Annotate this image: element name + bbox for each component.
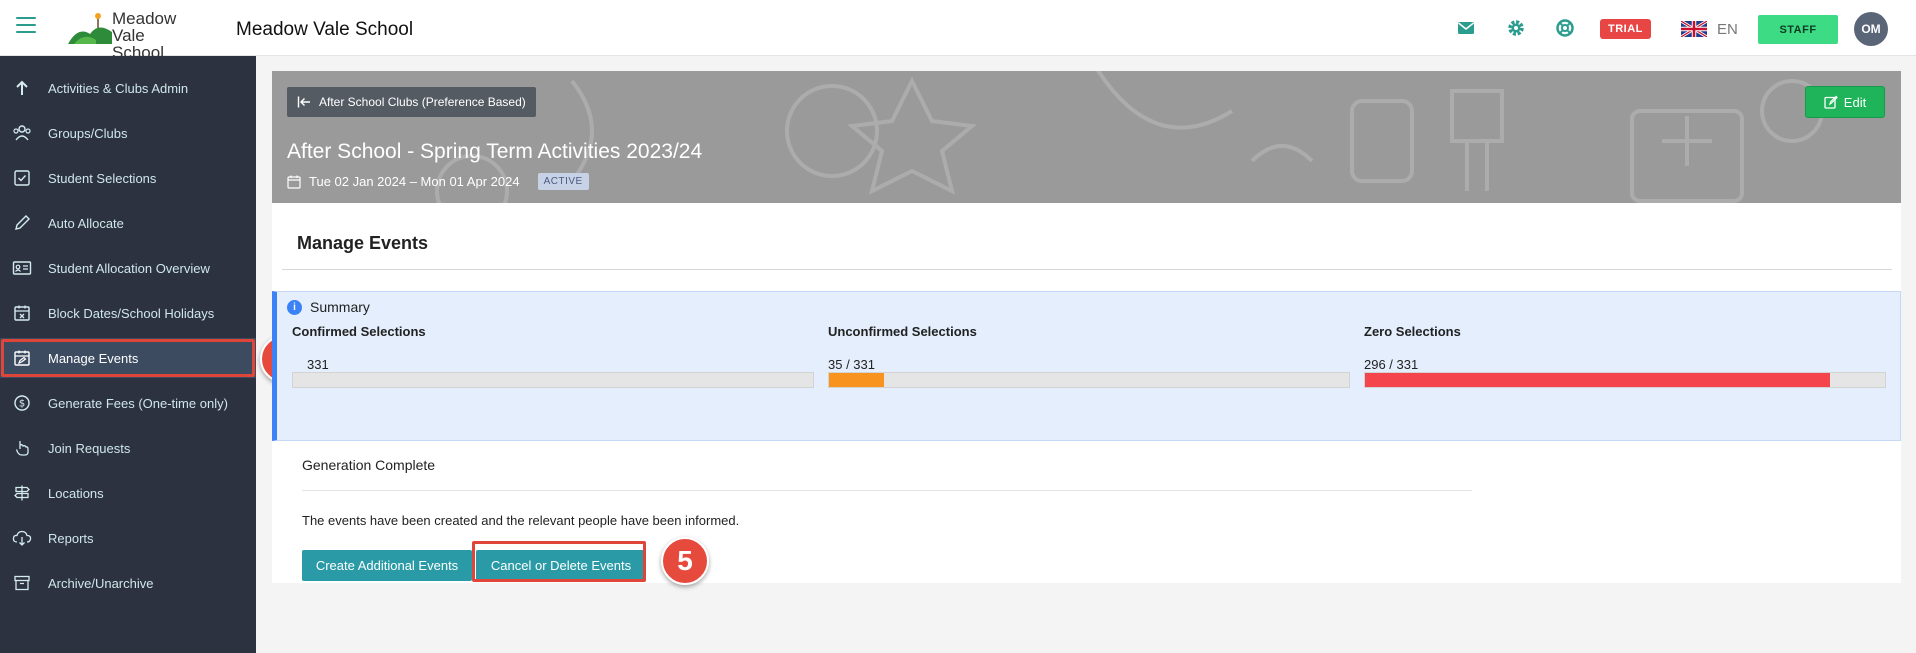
stat-value: 35 / 331 [828, 357, 875, 372]
gear-icon[interactable] [1506, 18, 1526, 38]
mail-icon[interactable] [1456, 18, 1476, 38]
sidebar-item-generate-fees[interactable]: $ Generate Fees (One-time only) [0, 383, 256, 423]
sidebar-item-student-allocation-overview[interactable]: Student Allocation Overview [0, 248, 256, 288]
logo-line-1: Meadow [112, 9, 177, 28]
signpost-icon [11, 482, 33, 504]
progress-bar-fill [829, 373, 884, 387]
edit-button-label: Edit [1843, 94, 1867, 110]
stat-value: 331 [307, 357, 329, 372]
summary-heading: Summary [310, 299, 370, 315]
sidebar-item-label: Generate Fees (One-time only) [48, 395, 228, 411]
sidebar-item-label: Join Requests [48, 440, 131, 456]
generation-divider [302, 490, 1472, 491]
sidebar-item-groups-clubs[interactable]: Groups/Clubs [0, 113, 256, 153]
sidebar-item-block-dates[interactable]: Block Dates/School Holidays [0, 293, 256, 333]
stat-zero: Zero Selections 296 / 331 [1364, 324, 1886, 388]
menu-icon[interactable] [16, 17, 36, 33]
progress-bar-fill [1365, 373, 1831, 387]
sidebar-item-label: Locations [48, 485, 104, 501]
back-button-label: After School Clubs (Preference Based) [319, 95, 526, 109]
hand-pointer-icon [11, 437, 33, 459]
edit-icon [1824, 95, 1838, 109]
activity-banner: After School Clubs (Preference Based) Ed… [272, 71, 1901, 203]
checkbox-icon [11, 167, 33, 189]
page-title: Meadow Vale School [236, 19, 414, 40]
svg-text:$: $ [19, 399, 25, 410]
sidebar-item-archive[interactable]: Archive/Unarchive [0, 563, 256, 603]
meadow-logo-icon [68, 13, 112, 44]
pencil-icon [11, 212, 33, 234]
sidebar-item-label: Block Dates/School Holidays [48, 305, 215, 321]
cloud-download-icon [11, 527, 33, 549]
stat-unconfirmed: Unconfirmed Selections 35 / 331 [828, 324, 1350, 388]
staff-button[interactable]: STAFF [1758, 15, 1838, 44]
language-selector[interactable]: EN [1717, 21, 1738, 38]
stat-confirmed: Confirmed Selections 331 [292, 324, 814, 388]
uk-flag-icon[interactable] [1681, 21, 1707, 37]
sidebar-item-label: Activities & Clubs Admin [48, 80, 189, 96]
cancel-or-delete-events-button[interactable]: Cancel or Delete Events [476, 550, 646, 581]
main-card: After School Clubs (Preference Based) Ed… [272, 71, 1901, 583]
sidebar-item-label: Reports [48, 530, 94, 546]
trial-badge[interactable]: TRIAL [1600, 19, 1651, 39]
info-icon: i [287, 299, 302, 315]
dollar-circle-icon: $ [11, 392, 33, 414]
create-additional-events-button[interactable]: Create Additional Events [302, 550, 472, 581]
sidebar-item-label: Groups/Clubs [48, 125, 128, 141]
date-range: Tue 02 Jan 2024 – Mon 01 Apr 2024 [309, 174, 520, 189]
sidebar-item-reports[interactable]: Reports [0, 518, 256, 558]
sidebar-item-label: Auto Allocate [48, 215, 124, 231]
generation-title: Generation Complete [302, 457, 436, 473]
calendar-icon [287, 175, 301, 189]
section-divider [282, 269, 1892, 270]
archive-icon [11, 572, 33, 594]
top-bar: Meadow Vale School Meadow Vale School TR… [0, 0, 1916, 61]
id-card-icon [11, 257, 33, 279]
school-logo[interactable]: Meadow Vale School [68, 9, 198, 61]
sidebar-item-auto-allocate[interactable]: Auto Allocate [0, 203, 256, 243]
generation-message: The events have been created and the rel… [302, 513, 740, 528]
sidebar-item-label: Student Selections [48, 170, 157, 186]
stat-label: Unconfirmed Selections [828, 324, 977, 339]
sidebar-item-label: Manage Events [48, 350, 139, 366]
sidebar-item-join-requests[interactable]: Join Requests [0, 428, 256, 468]
progress-bar [1364, 372, 1886, 388]
progress-bar [828, 372, 1350, 388]
back-to-parent-button[interactable]: After School Clubs (Preference Based) [287, 87, 536, 117]
edit-button[interactable]: Edit [1805, 86, 1885, 118]
stat-label: Confirmed Selections [292, 324, 426, 339]
step-5-callout: 5 [661, 537, 709, 585]
summary-panel: i Summary Confirmed Selections 331 Uncon… [272, 291, 1901, 441]
arrow-up-icon [11, 77, 33, 99]
sidebar: Activities & Clubs Admin Groups/Clubs St… [0, 56, 256, 653]
avatar[interactable]: OM [1854, 12, 1888, 46]
lifebuoy-icon[interactable] [1555, 18, 1575, 38]
status-badge: ACTIVE [537, 173, 589, 190]
users-icon [11, 122, 33, 144]
sidebar-item-label: Student Allocation Overview [48, 260, 210, 276]
stat-value: 296 / 331 [1364, 357, 1419, 372]
sidebar-item-label: Archive/Unarchive [48, 575, 154, 591]
calendar-edit-icon [11, 347, 33, 369]
activity-title: After School - Spring Term Activities 20… [287, 140, 703, 163]
sidebar-item-locations[interactable]: Locations [0, 473, 256, 513]
sidebar-item-manage-events[interactable]: Manage Events [0, 338, 256, 378]
sidebar-item-student-selections[interactable]: Student Selections [0, 158, 256, 198]
arrow-left-bar-icon [297, 96, 310, 108]
sidebar-item-activities-clubs-admin[interactable]: Activities & Clubs Admin [0, 68, 256, 108]
date-range-row: Tue 02 Jan 2024 – Mon 01 Apr 2024 ACTIVE [287, 173, 589, 190]
calendar-x-icon [11, 302, 33, 324]
progress-bar [292, 372, 814, 388]
section-title: Manage Events [297, 233, 429, 253]
stat-label: Zero Selections [1364, 324, 1461, 339]
